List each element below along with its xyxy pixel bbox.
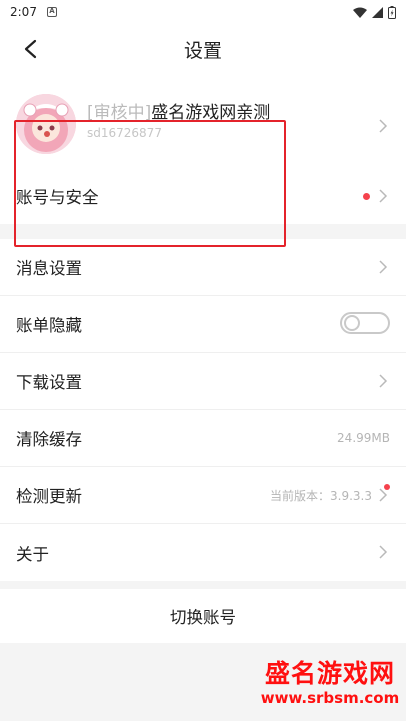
signal-icon — [372, 6, 383, 18]
hide-bill-row: 账单隐藏 — [0, 296, 406, 353]
profile-uid: sd16726877 — [87, 126, 162, 140]
about-row[interactable]: 关于 — [0, 524, 406, 581]
wifi-icon — [353, 7, 367, 18]
watermark-url: www.srbsm.com — [260, 689, 400, 707]
chevron-right-icon — [379, 260, 388, 274]
profile-name: [审核中]盛名游戏网亲测 — [87, 98, 270, 123]
hide-bill-toggle[interactable] — [340, 312, 390, 334]
message-settings-label: 消息设置 — [16, 259, 82, 278]
download-settings-label: 下载设置 — [16, 373, 82, 392]
toggle-knob — [344, 315, 360, 331]
status-bar: 2:07 A — [0, 0, 406, 24]
chevron-right-icon — [379, 374, 388, 388]
account-security-row[interactable]: 账号与安全 — [0, 168, 406, 224]
message-settings-row[interactable]: 消息设置 — [0, 239, 406, 296]
clear-cache-label: 清除缓存 — [16, 430, 82, 449]
review-status-tag: [审核中] — [87, 103, 152, 123]
status-icons — [353, 5, 396, 19]
download-settings-row[interactable]: 下载设置 — [0, 353, 406, 410]
chevron-right-icon — [379, 488, 388, 502]
profile-row[interactable]: [审核中]盛名游戏网亲测 sd16726877 — [0, 84, 406, 166]
avatar — [16, 94, 76, 154]
account-security-label: 账号与安全 — [16, 188, 99, 207]
battery-icon — [388, 5, 396, 19]
about-label: 关于 — [16, 544, 49, 564]
notification-a-icon: A — [46, 7, 57, 17]
hide-bill-label: 账单隐藏 — [16, 316, 82, 335]
cache-size: 24.99MB — [337, 431, 390, 445]
navigation-bar: 设置 — [0, 24, 406, 74]
status-time: 2:07 — [10, 5, 37, 19]
chevron-right-icon — [379, 189, 388, 203]
red-dot-badge — [363, 193, 370, 200]
section-divider — [0, 224, 406, 239]
clear-cache-row[interactable]: 清除缓存 24.99MB — [0, 410, 406, 467]
switch-account-button[interactable]: 切换账号 — [0, 589, 406, 643]
back-button[interactable] — [18, 37, 42, 61]
watermark: 盛名游戏网 www.srbsm.com — [260, 660, 400, 708]
profile-username: 盛名游戏网亲测 — [151, 103, 271, 123]
section-divider — [0, 581, 406, 589]
check-update-label: 检测更新 — [16, 487, 82, 506]
page-title: 设置 — [183, 39, 222, 62]
watermark-title: 盛名游戏网 — [264, 659, 395, 688]
chevron-right-icon — [379, 545, 388, 559]
chevron-right-icon — [379, 119, 388, 133]
current-version: 当前版本：3.9.3.3 — [270, 488, 372, 503]
chevron-left-icon — [24, 39, 37, 59]
check-update-row[interactable]: 检测更新 当前版本：3.9.3.3 — [0, 467, 406, 524]
avatar-illustration-icon — [16, 94, 76, 154]
